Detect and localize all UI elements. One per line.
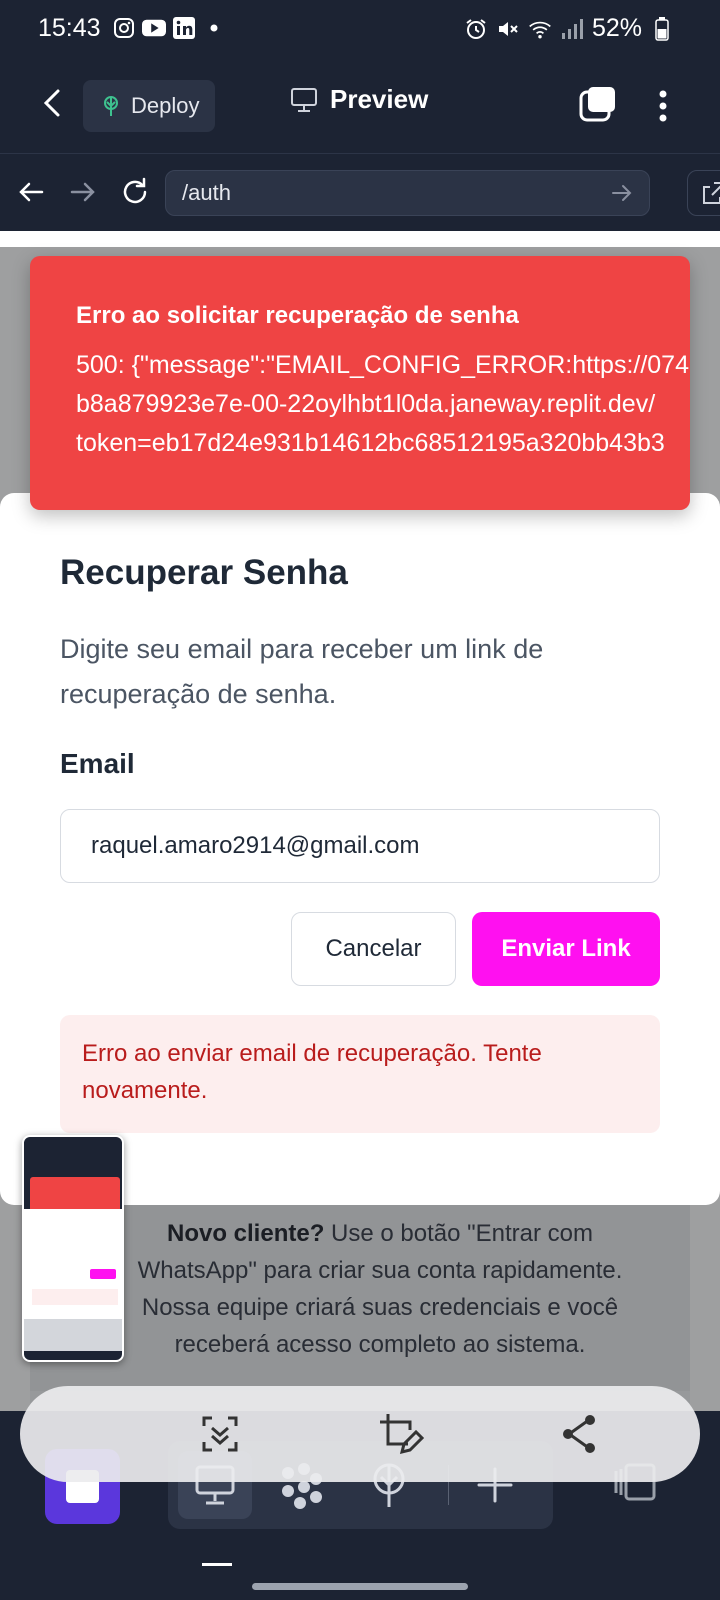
toast-line: 500: {"message":"EMAIL_CONFIG_ERROR:http… bbox=[76, 351, 689, 379]
reload-icon[interactable] bbox=[118, 175, 152, 209]
share-icon[interactable] bbox=[556, 1410, 604, 1458]
open-external-icon[interactable] bbox=[687, 170, 720, 216]
deploy-button[interactable]: Deploy bbox=[83, 80, 215, 132]
error-toast[interactable]: Erro ao solicitar recuperação de senha 5… bbox=[30, 256, 690, 510]
preview-label: Preview bbox=[330, 84, 429, 114]
linkedin-icon bbox=[172, 16, 196, 40]
screenshot-thumbnail[interactable] bbox=[22, 1135, 124, 1362]
dialog-title: Recuperar Senha bbox=[60, 553, 348, 592]
dot-icon bbox=[202, 16, 226, 40]
battery-icon bbox=[650, 16, 674, 41]
email-field[interactable]: raquel.amaro2914@gmail.com bbox=[60, 809, 660, 883]
dialog-description: Digite seu email para receber um link de… bbox=[60, 634, 544, 709]
wifi-icon bbox=[528, 17, 552, 41]
edit-icon[interactable] bbox=[376, 1410, 424, 1458]
toast-title: Erro ao solicitar recuperação de senha bbox=[76, 302, 519, 329]
deploy-label: Deploy bbox=[131, 93, 200, 118]
toast-line: b8a879923e7e-00-22oylhbt1l0da.janeway.re… bbox=[76, 390, 656, 418]
url-input[interactable]: /auth bbox=[165, 170, 650, 216]
monitor-icon bbox=[290, 87, 318, 113]
screenshot-toolbar bbox=[20, 1386, 700, 1482]
url-text: /auth bbox=[182, 180, 231, 205]
instagram-icon bbox=[112, 16, 136, 40]
alarm-icon bbox=[464, 17, 488, 41]
send-link-button[interactable]: Enviar Link bbox=[472, 912, 660, 986]
url-toolbar: /auth bbox=[0, 155, 720, 231]
scroll-capture-icon[interactable] bbox=[196, 1410, 244, 1458]
error-message: Erro ao enviar email de recuperação. Ten… bbox=[60, 1015, 660, 1133]
go-arrow-icon[interactable] bbox=[609, 180, 635, 206]
status-time: 15:43 bbox=[38, 14, 101, 42]
preview-title: Preview bbox=[290, 84, 428, 115]
nav-back-icon[interactable] bbox=[14, 175, 48, 209]
battery-percent: 52% bbox=[591, 14, 642, 42]
deploy-icon bbox=[99, 94, 123, 118]
status-bar: 15:43 52% bbox=[0, 0, 720, 62]
youtube-icon bbox=[142, 16, 166, 40]
app-bar: Deploy Preview bbox=[0, 62, 720, 154]
toast-body: 500: {"message":"EMAIL_CONFIG_ERROR:http… bbox=[76, 346, 690, 463]
email-label: Email bbox=[60, 748, 135, 779]
back-arrow-icon[interactable] bbox=[36, 86, 70, 120]
home-indicator[interactable] bbox=[252, 1583, 468, 1590]
nav-forward-icon[interactable] bbox=[66, 175, 100, 209]
toast-line: token=eb17d24e931b14612bc68512195a320bb4… bbox=[76, 429, 665, 457]
recover-password-dialog: Recuperar Senha Digite seu email para re… bbox=[0, 493, 720, 1205]
mute-icon bbox=[496, 17, 520, 41]
tabs-icon[interactable] bbox=[578, 84, 618, 124]
more-options-icon[interactable] bbox=[648, 86, 678, 126]
cancel-button[interactable]: Cancelar bbox=[291, 912, 456, 986]
signal-icon bbox=[560, 17, 584, 41]
